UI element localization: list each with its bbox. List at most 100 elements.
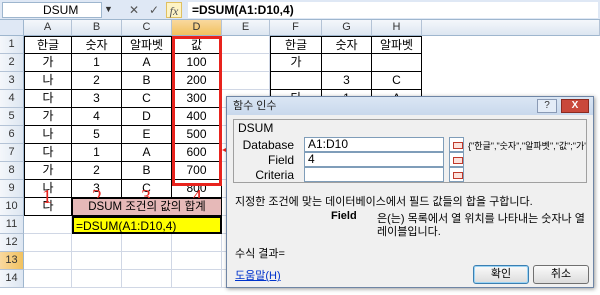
- grid-cell[interactable]: [24, 252, 72, 270]
- table-cell[interactable]: 가: [24, 162, 72, 180]
- row-header[interactable]: 6: [0, 126, 24, 144]
- column-header-h[interactable]: H: [372, 20, 422, 36]
- row-header[interactable]: 12: [0, 234, 24, 252]
- table-header-cell[interactable]: 알파벳: [122, 36, 172, 54]
- row-header[interactable]: 4: [0, 90, 24, 108]
- grid-cell[interactable]: [122, 270, 172, 288]
- column-number-marker: 1: [42, 186, 52, 208]
- grid-cell[interactable]: [222, 72, 270, 90]
- grid-cell[interactable]: [122, 234, 172, 252]
- formula-cell[interactable]: =DSUM(A1:D10,4): [72, 216, 222, 234]
- column-header-d[interactable]: D: [172, 20, 222, 36]
- help-icon[interactable]: ?: [537, 99, 557, 113]
- row-header[interactable]: 8: [0, 162, 24, 180]
- row-header[interactable]: 13: [0, 252, 24, 270]
- table-header-cell[interactable]: 숫자: [72, 36, 122, 54]
- name-box[interactable]: DSUM: [2, 2, 102, 18]
- name-box-dropdown-icon[interactable]: ▼: [104, 4, 113, 14]
- arguments-group: DSUM Database A1:D10 {"한글","숫자","알파벳","값…: [233, 119, 587, 183]
- field-input[interactable]: 4: [304, 152, 444, 167]
- criteria-cell[interactable]: [372, 54, 422, 72]
- grid-cell[interactable]: [172, 234, 222, 252]
- insert-function-icon[interactable]: fx: [166, 2, 182, 18]
- row-header[interactable]: 14: [0, 270, 24, 288]
- column-header-f[interactable]: F: [270, 20, 322, 36]
- close-icon[interactable]: X: [561, 99, 589, 113]
- row-header[interactable]: 5: [0, 108, 24, 126]
- enter-icon[interactable]: ✓: [146, 2, 162, 18]
- grid-cell[interactable]: [72, 234, 122, 252]
- ok-button[interactable]: 확인: [473, 265, 529, 284]
- cancel-icon[interactable]: ✕: [126, 2, 142, 18]
- field-help-text-continued: 레이블입니다.: [377, 226, 441, 238]
- table-cell[interactable]: 2: [72, 162, 122, 180]
- table-cell[interactable]: C: [122, 90, 172, 108]
- grid-cell[interactable]: [24, 234, 72, 252]
- table-cell[interactable]: 1: [72, 54, 122, 72]
- database-preview: {"한글","숫자","알파벳","값";"가",1,"A": [468, 141, 586, 151]
- collapse-dialog-icon[interactable]: [449, 152, 464, 167]
- table-cell[interactable]: 2: [72, 72, 122, 90]
- table-cell[interactable]: B: [122, 162, 172, 180]
- criteria-cell[interactable]: C: [372, 72, 422, 90]
- formula-input[interactable]: =DSUM(A1:D10,4): [188, 2, 598, 18]
- grid-cell[interactable]: [172, 252, 222, 270]
- table-cell[interactable]: 5: [72, 126, 122, 144]
- row-header[interactable]: 7: [0, 144, 24, 162]
- row-header[interactable]: 11: [0, 216, 24, 234]
- table-cell[interactable]: 다: [24, 144, 72, 162]
- grid-cell[interactable]: [122, 252, 172, 270]
- table-cell[interactable]: D: [122, 108, 172, 126]
- column-header-a[interactable]: A: [24, 20, 72, 36]
- grid-cell[interactable]: [24, 270, 72, 288]
- criteria-cell[interactable]: [270, 72, 322, 90]
- column-header-g[interactable]: G: [322, 20, 372, 36]
- table-cell[interactable]: 나: [24, 72, 72, 90]
- row-header[interactable]: 2: [0, 54, 24, 72]
- column-header-e[interactable]: E: [222, 20, 270, 36]
- table-cell[interactable]: 1: [72, 144, 122, 162]
- column-header-b[interactable]: B: [72, 20, 122, 36]
- criteria-header-cell[interactable]: 숫자: [322, 36, 372, 54]
- criteria-cell[interactable]: 가: [270, 54, 322, 72]
- table-header-cell[interactable]: 한글: [24, 36, 72, 54]
- criteria-header-cell[interactable]: 알파벳: [372, 36, 422, 54]
- row-header[interactable]: 3: [0, 72, 24, 90]
- row-header[interactable]: 9: [0, 180, 24, 198]
- formula-bar: DSUM ▼ ✕ ✓ fx =DSUM(A1:D10,4): [0, 0, 600, 20]
- database-label: Database: [242, 138, 294, 152]
- function-description: 지정한 조건에 맞는 데이터베이스에서 필드 값들의 합을 구합니다.: [235, 196, 533, 208]
- table-cell[interactable]: A: [122, 144, 172, 162]
- grid-cell[interactable]: [72, 270, 122, 288]
- collapse-dialog-icon[interactable]: [449, 167, 464, 182]
- table-cell[interactable]: 가: [24, 54, 72, 72]
- help-link[interactable]: 도움말(H): [235, 267, 281, 283]
- row-header[interactable]: 1: [0, 36, 24, 54]
- select-all-corner[interactable]: [0, 20, 24, 36]
- criteria-header-cell[interactable]: 한글: [270, 36, 322, 54]
- criteria-input[interactable]: [304, 167, 444, 182]
- label-cell[interactable]: DSUM 조건의 값의 합계: [72, 198, 222, 216]
- criteria-cell[interactable]: 3: [322, 72, 372, 90]
- table-cell[interactable]: 다: [24, 90, 72, 108]
- dialog-titlebar[interactable]: 함수 인수 ? X: [227, 97, 593, 115]
- formula-result: 수식 결과=: [235, 248, 285, 260]
- table-cell[interactable]: B: [122, 72, 172, 90]
- row-header[interactable]: 10: [0, 198, 24, 216]
- table-cell[interactable]: 가: [24, 108, 72, 126]
- table-cell[interactable]: 나: [24, 126, 72, 144]
- grid-cell[interactable]: [72, 252, 122, 270]
- grid-cell[interactable]: [222, 36, 270, 54]
- database-input[interactable]: A1:D10: [304, 137, 444, 152]
- grid-cell[interactable]: [172, 270, 222, 288]
- collapse-dialog-icon[interactable]: [449, 137, 464, 152]
- column-header-c[interactable]: C: [122, 20, 172, 36]
- grid-cell[interactable]: [222, 54, 270, 72]
- table-cell[interactable]: 4: [72, 108, 122, 126]
- cancel-button[interactable]: 취소: [533, 265, 589, 284]
- table-cell[interactable]: 3: [72, 90, 122, 108]
- table-cell[interactable]: E: [122, 126, 172, 144]
- criteria-cell[interactable]: [322, 54, 372, 72]
- grid-cell[interactable]: [24, 216, 72, 234]
- table-cell[interactable]: A: [122, 54, 172, 72]
